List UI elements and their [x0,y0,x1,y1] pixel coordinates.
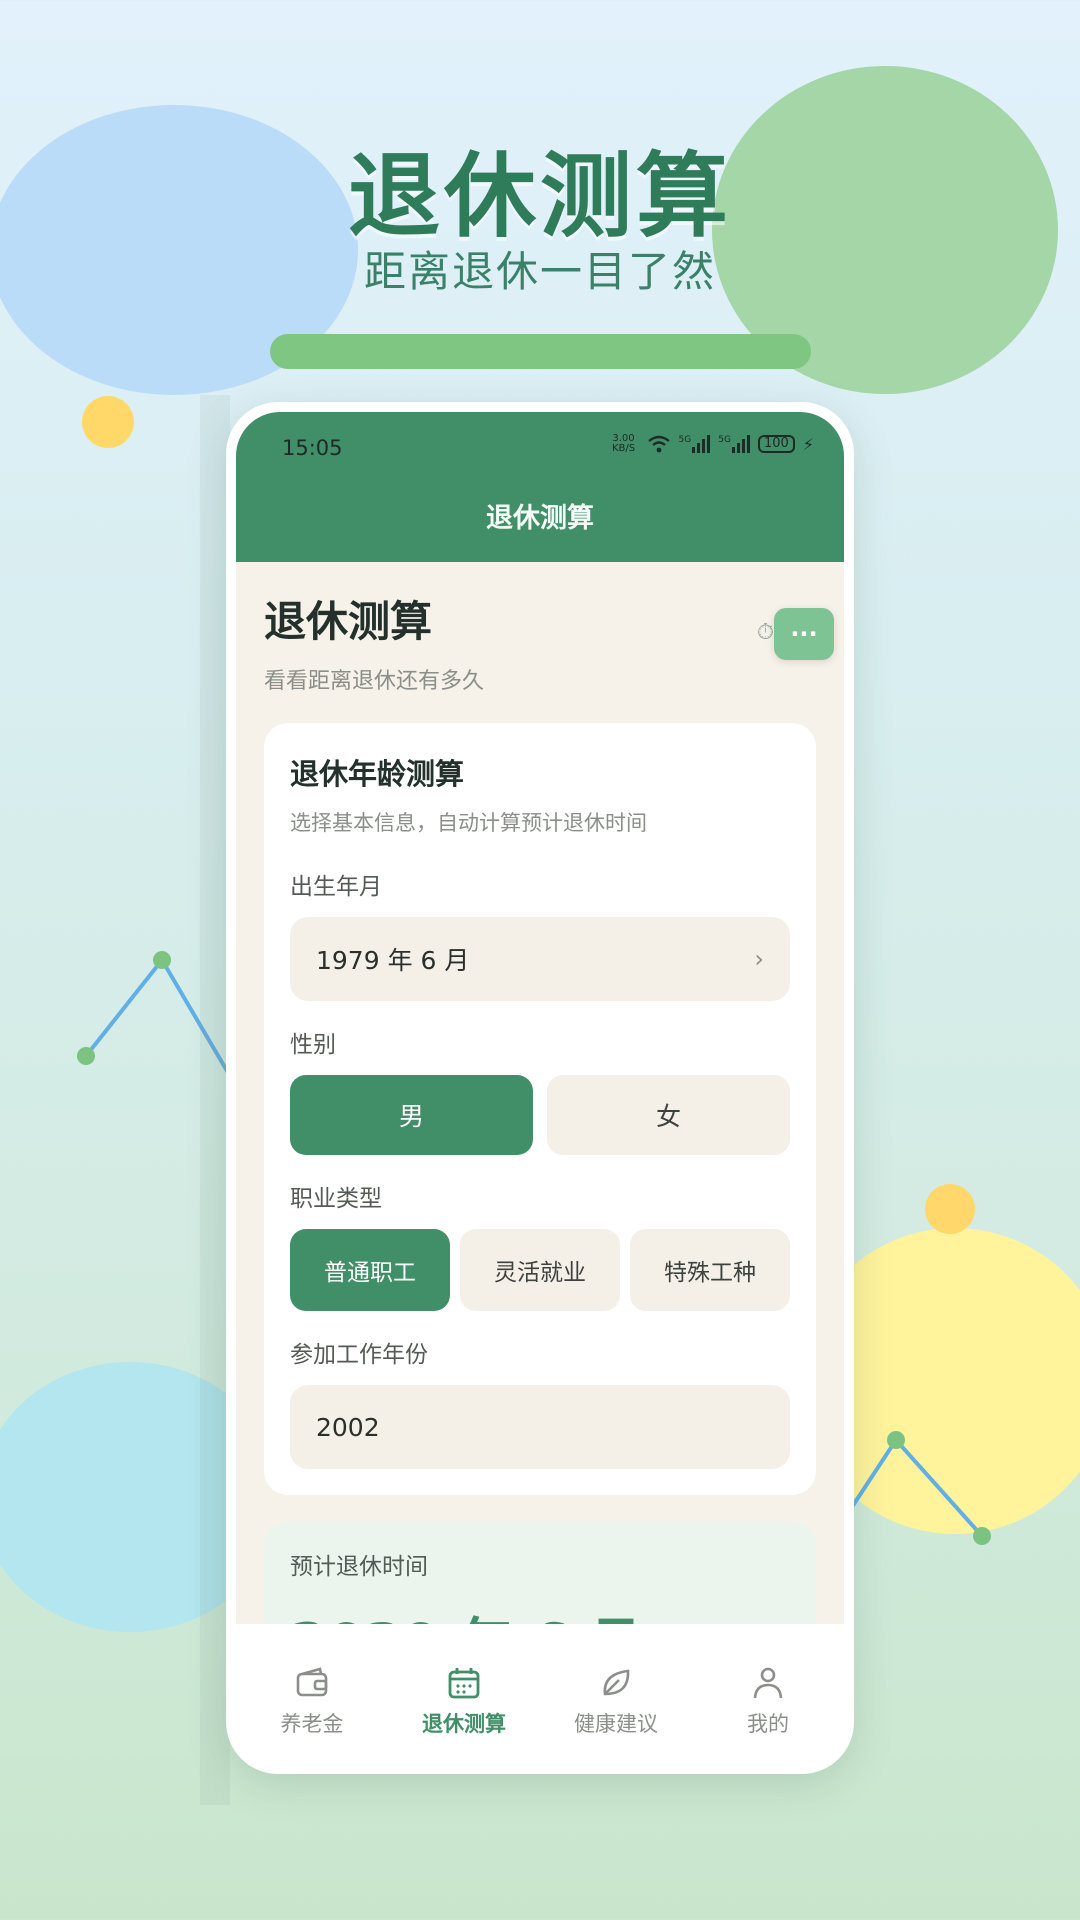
status-icons: 3.00 KB/S 5G 5G 100 ⚡ [609,434,814,454]
signal-5g-icon: 5G [679,435,711,453]
wifi-icon [647,435,670,453]
birth-date-picker[interactable]: 1979 年 6 月 › [290,917,790,1001]
gender-option-female[interactable]: 女 [547,1075,790,1155]
gender-label: 性别 [290,1032,336,1058]
tab-label: 养老金 [280,1712,344,1736]
decor-yellow-dot [82,396,134,448]
leaf-icon [603,1669,630,1696]
tab-mine[interactable]: 我的 [693,1664,843,1738]
work-year-input[interactable]: 2002 [290,1385,790,1469]
net-speed: 3.00 KB/S [611,433,636,454]
app-bar: 15:05 3.00 KB/S 5G 5G 100 ⚡ 退休测算 [236,412,844,562]
status-time: 15:05 [282,436,343,460]
card-title: 退休年龄测算 [290,757,465,791]
promo-subtitle: 距离退休一目了然 [363,247,716,296]
job-option-special[interactable]: 特殊工种 [630,1229,790,1311]
charging-icon: ⚡ [802,434,814,454]
gender-option-male[interactable]: 男 [290,1075,533,1155]
gender-selector: 男 女 [290,1075,790,1155]
tab-label: 健康建议 [574,1712,658,1736]
chevron-right-icon: › [754,945,764,973]
tab-health-advice[interactable]: 健康建议 [541,1664,691,1738]
retirement-age-card: 退休年龄测算 选择基本信息，自动计算预计退休时间 出生年月 1979 年 6 月… [264,723,816,1495]
birth-date-value: 1979 年 6 月 [316,946,470,975]
job-type-selector: 普通职工 灵活就业 特殊工种 [290,1229,790,1311]
job-type-label: 职业类型 [290,1186,382,1212]
person-icon [753,1667,783,1699]
main-content: 退休测算 看看距离退休还有多久 ⏱ ··· 退休年龄测算 选择基本信息，自动计算… [236,562,844,1691]
tab-pension[interactable]: 养老金 [237,1664,387,1738]
tab-retirement-calc[interactable]: 退休测算 [389,1664,539,1738]
bottom-tab-bar: 养老金 退休测算 健康建议 我的 [236,1624,844,1774]
work-year-value: 2002 [316,1412,380,1442]
tab-label: 退休测算 [422,1712,506,1736]
card-subtitle: 选择基本信息，自动计算预计退休时间 [290,811,647,835]
work-year-label: 参加工作年份 [290,1342,428,1368]
more-icon: ··· [790,620,818,648]
page-subtitle: 看看距离退休还有多久 [264,669,485,694]
birth-label: 出生年月 [290,874,382,900]
wallet-icon [296,1667,328,1697]
decor-orange-dot [925,1184,975,1234]
job-option-regular[interactable]: 普通职工 [290,1229,450,1311]
calendar-icon [448,1668,480,1699]
tab-label: 我的 [747,1712,789,1736]
battery-icon: 100 [757,435,795,453]
promo-bar [270,334,811,369]
job-option-flexible[interactable]: 灵活就业 [460,1229,620,1311]
result-label: 预计退休时间 [290,1554,428,1580]
timer-icon: ⏱ [756,620,774,645]
more-float-button[interactable]: ··· [732,594,834,674]
phone-screen: 15:05 3.00 KB/S 5G 5G 100 ⚡ 退休测算 退休测算 看看… [236,412,844,1774]
page-title: 退休测算 [264,597,433,646]
decor-line-right [848,1431,991,1545]
signal-5g-icon: 5G [718,435,750,453]
phone-frame: 15:05 3.00 KB/S 5G 5G 100 ⚡ 退休测算 退休测算 看看… [226,402,854,1774]
promo-title: 退休测算 [347,143,732,250]
app-bar-title: 退休测算 [486,503,594,534]
